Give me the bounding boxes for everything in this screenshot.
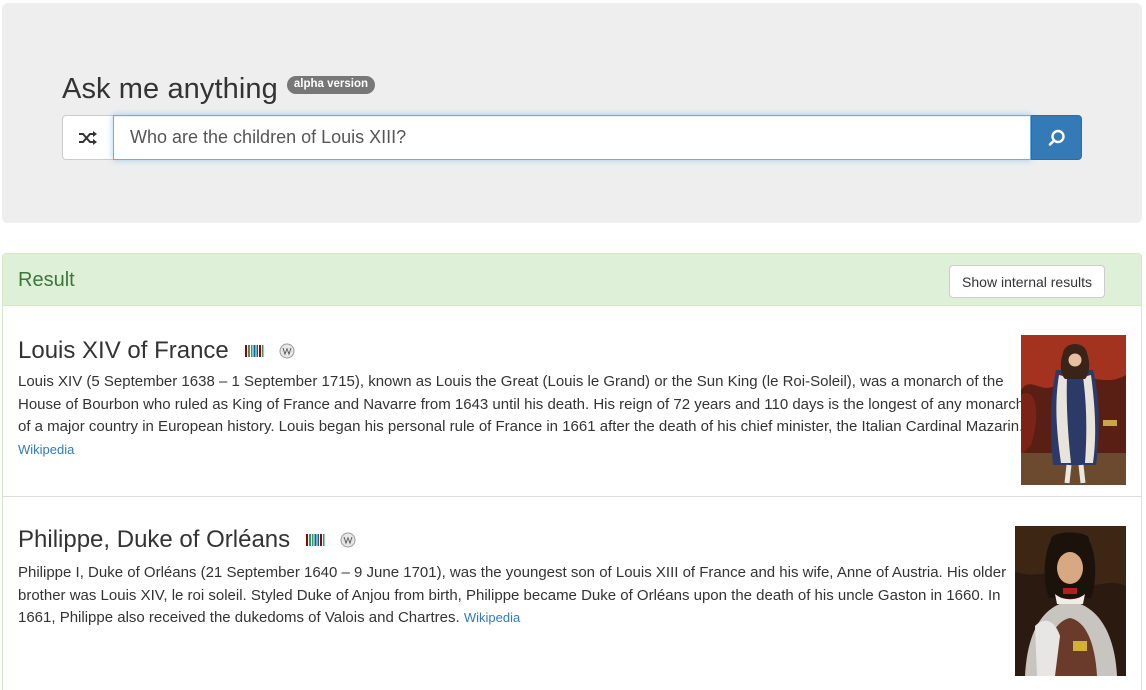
show-internal-results-button[interactable]: Show internal results [949,265,1105,298]
search-button[interactable] [1031,115,1082,160]
alpha-badge: alpha version [286,75,376,94]
portrait-philippe [1015,526,1126,676]
wikipedia-link[interactable]: Wikipedia [464,610,520,625]
result-item-description: Louis XIV (5 September 1638 – 1 Septembe… [18,371,1026,461]
wikipedia-icon[interactable] [279,343,295,359]
search-group [62,115,1082,160]
result-title-row: Philippe, Duke of Orléans [18,526,356,554]
wikidata-icon[interactable] [306,534,326,546]
shuffle-icon [79,130,97,145]
result-title: Result [18,269,75,291]
result-item-title: Philippe, Duke of Orléans [18,526,291,553]
result-item: Louis XIV of France Louis XIV (5 Septemb… [3,307,1141,497]
result-item-description: Philippe I, Duke of Orléans (21 Septembe… [18,562,1008,630]
result-item-title: Louis XIV of France [18,337,229,364]
result-panel: Result Show internal results Louis XIV o… [2,253,1142,690]
shuffle-button[interactable] [62,115,113,160]
result-title-row: Louis XIV of France [18,337,295,365]
page-title: Ask me anything [62,73,278,105]
search-input[interactable] [113,115,1031,160]
result-item: Philippe, Duke of Orléans Philippe I, Du… [3,498,1141,690]
wikipedia-icon[interactable] [340,532,356,548]
result-item-text: Louis XIV (5 September 1638 – 1 Septembe… [18,373,1025,436]
search-icon [1048,129,1065,146]
wikidata-icon[interactable] [244,345,265,357]
result-panel-heading: Result Show internal results [3,254,1141,306]
search-jumbotron: Ask me anything alpha version [2,3,1142,223]
title-row: Ask me anything alpha version [62,73,376,106]
wikipedia-link[interactable]: Wikipedia [18,442,74,457]
portrait-louis-xiv [1021,335,1126,485]
